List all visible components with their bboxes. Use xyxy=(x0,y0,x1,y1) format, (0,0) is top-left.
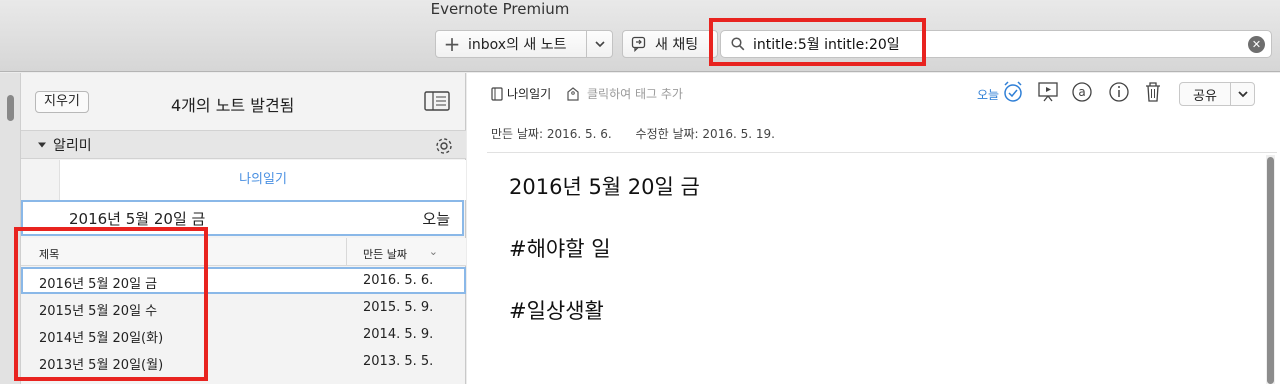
table-row[interactable]: 2014년 5월 20일(화) 2014. 5. 9. xyxy=(21,321,466,348)
table-row[interactable]: 2016년 5월 20일 금 2016. 5. 6. xyxy=(21,267,466,294)
add-tag-field[interactable]: 클릭하여 태그 추가 xyxy=(567,85,683,102)
reminder-date-link[interactable]: 오늘 xyxy=(977,86,999,103)
search-icon xyxy=(731,37,745,51)
new-note-label: inbox의 새 노트 xyxy=(468,37,567,53)
note-table: 2016년 5월 20일 금 2016. 5. 6. 2015년 5월 20일 … xyxy=(21,267,466,375)
reminder-note-item[interactable]: 2016년 5월 20일 금 오늘 xyxy=(21,200,464,236)
reminder-note-title: 2016년 5월 20일 금 xyxy=(69,209,206,228)
note-scrollbar-thumb[interactable] xyxy=(1267,157,1274,384)
tag-icon xyxy=(567,86,579,101)
reminder-note-when: 오늘 xyxy=(422,209,450,228)
row-title: 2013년 5월 20일(월) xyxy=(39,358,164,373)
note-table-header: 제목 만든 날짜 ⌄ xyxy=(21,238,466,266)
clear-search-icon[interactable]: ✕ xyxy=(1248,35,1265,53)
svg-text:a: a xyxy=(1078,85,1085,99)
table-row[interactable]: 2015년 5월 20일 수 2015. 5. 9. xyxy=(21,294,466,321)
new-chat-button[interactable]: 새 채팅 xyxy=(622,30,718,58)
note-notebook-selector[interactable]: 나의일기 xyxy=(491,85,551,102)
sidebar-scrollbar[interactable] xyxy=(7,95,14,121)
note-body-line[interactable]: #해야할 일 xyxy=(509,233,611,263)
reminders-section[interactable]: 알리미 xyxy=(21,130,466,159)
present-icon[interactable] xyxy=(1037,81,1059,107)
chevron-down-icon xyxy=(594,40,605,47)
note-list-panel: 지우기 4개의 노트 발견됨 알리미 나의일기 2016년 5월 20일 금 오… xyxy=(21,73,466,384)
note-dates: 만든 날짜: 2016. 5. 6. 수정한 날짜: 2016. 5. 19. xyxy=(491,125,775,142)
row-date: 2015. 5. 9. xyxy=(363,300,434,315)
updated-date: 수정한 날짜: 2016. 5. 19. xyxy=(635,127,775,141)
column-created-date[interactable]: 만든 날짜 ⌄ xyxy=(346,238,446,266)
note-editor: 나의일기 클릭하여 태그 추가 오늘 a 공유 만든 날짜: 2016. 5. … xyxy=(467,73,1280,384)
column-title[interactable]: 제목 xyxy=(39,246,59,262)
column-created-date-label: 만든 날짜 xyxy=(363,248,407,261)
add-tag-placeholder: 클릭하여 태그 추가 xyxy=(587,87,683,101)
alarm-icon[interactable] xyxy=(1002,80,1024,108)
new-chat-label: 새 채팅 xyxy=(655,37,699,53)
plus-icon: + xyxy=(443,32,461,56)
chevron-down-icon xyxy=(1237,90,1248,97)
window-title: Evernote Premium xyxy=(430,0,570,18)
chat-icon xyxy=(631,36,646,52)
gear-icon[interactable] xyxy=(434,136,454,160)
new-note-button[interactable]: + inbox의 새 노트 xyxy=(435,30,613,58)
at-icon[interactable]: a xyxy=(1071,81,1093,107)
layout-icon[interactable] xyxy=(424,91,450,115)
chevron-down-icon xyxy=(38,142,46,147)
note-body-line[interactable]: #일상생활 xyxy=(509,295,604,325)
clear-search-button[interactable]: 지우기 xyxy=(35,91,89,113)
row-title: 2016년 5월 20일 금 xyxy=(39,277,158,292)
found-count: 4개의 노트 발견됨 xyxy=(171,96,295,115)
reminders-label: 알리미 xyxy=(53,137,92,154)
created-date: 만든 날짜: 2016. 5. 6. xyxy=(491,127,612,141)
note-list-header: 지우기 4개의 노트 발견됨 xyxy=(21,73,466,129)
divider xyxy=(487,152,1277,153)
note-notebook-label: 나의일기 xyxy=(507,87,552,101)
toolbar: Evernote Premium + inbox의 새 노트 새 채팅 ✕ xyxy=(0,0,1280,72)
share-label: 공유 xyxy=(1193,88,1217,104)
notebook-icon xyxy=(491,86,503,101)
note-scrollbar[interactable] xyxy=(1266,155,1275,384)
row-date: 2013. 5. 5. xyxy=(363,354,434,369)
note-body-line[interactable]: 2016년 5월 20일 금 xyxy=(509,171,700,201)
new-note-menu-button[interactable] xyxy=(586,31,612,57)
row-title: 2014년 5월 20일(화) xyxy=(39,331,164,346)
share-menu-button[interactable] xyxy=(1230,83,1254,105)
trash-icon[interactable] xyxy=(1143,81,1163,107)
row-date: 2016. 5. 6. xyxy=(363,273,434,288)
sidebar-collapsed xyxy=(0,73,21,384)
row-title: 2015년 5월 20일 수 xyxy=(39,304,158,319)
share-button[interactable]: 공유 xyxy=(1179,82,1255,106)
search-input[interactable] xyxy=(753,36,1240,52)
sort-chevron-icon: ⌄ xyxy=(428,245,438,258)
table-row[interactable]: 2013년 5월 20일(월) 2013. 5. 5. xyxy=(21,348,466,375)
row-date: 2014. 5. 9. xyxy=(363,327,434,342)
info-icon[interactable] xyxy=(1108,81,1130,107)
search-field[interactable]: ✕ xyxy=(720,30,1272,58)
reminder-notebook-label[interactable]: 나의일기 xyxy=(59,160,466,200)
